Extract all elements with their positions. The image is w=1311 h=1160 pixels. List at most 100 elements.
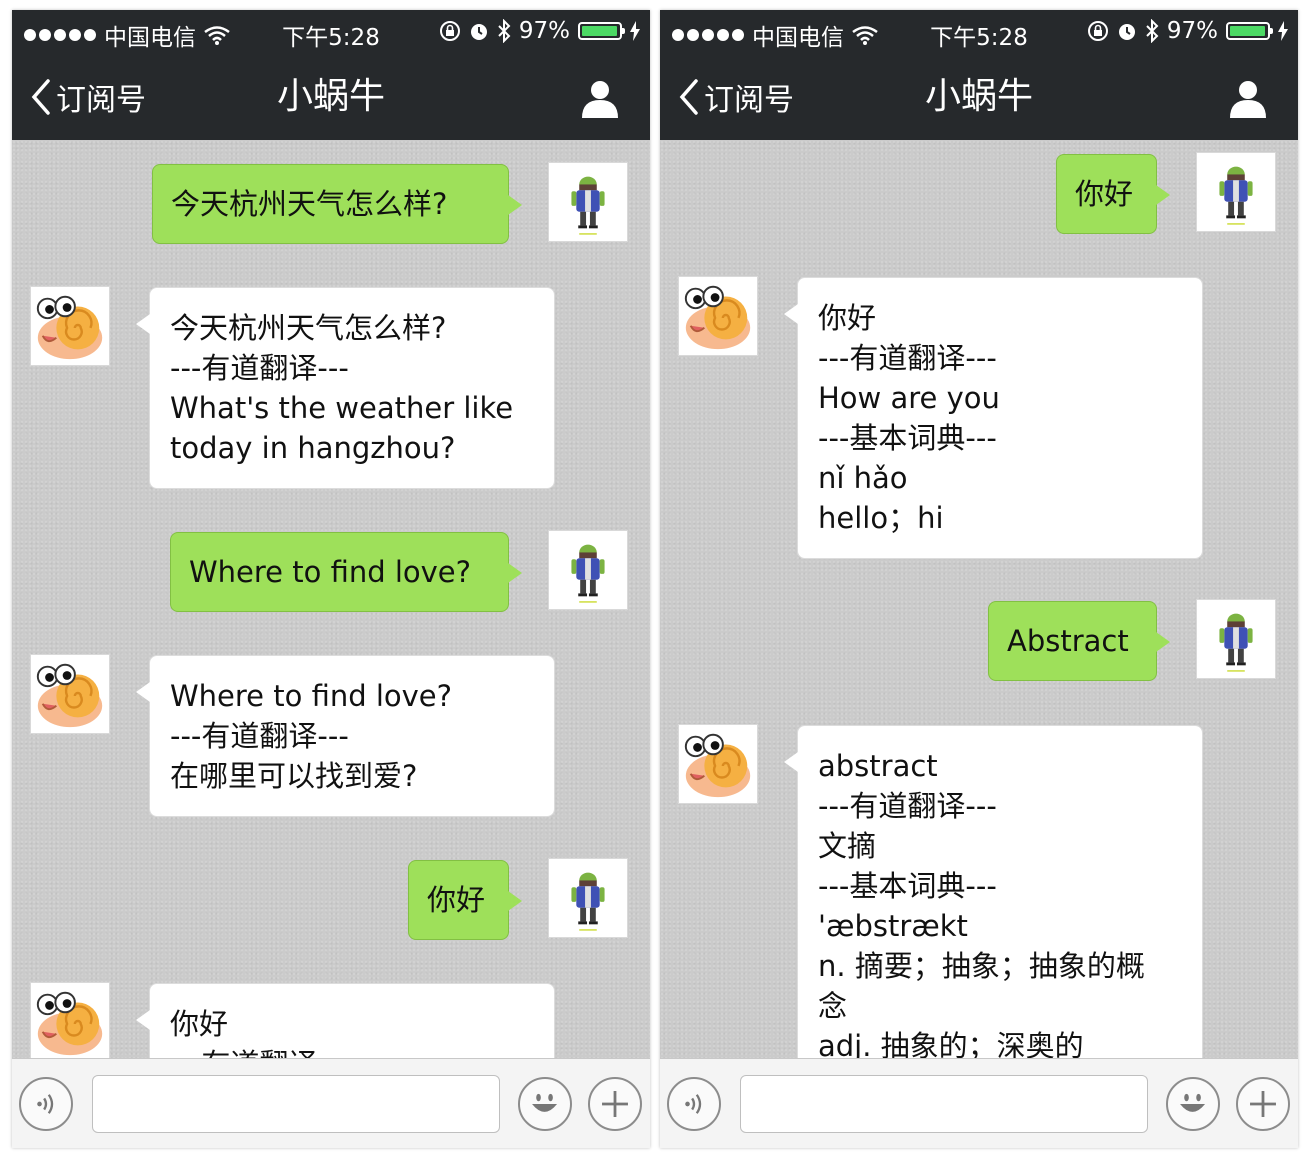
phone-screen-right: 中国电信 下午5:28 97% 订阅号 小蜗牛 你好 你好 ---有道翻译---… [660,10,1298,1148]
message-line: 今天杭州天气怎么样? [170,311,447,345]
snail-avatar [36,295,103,360]
bot-avatar[interactable] [678,724,758,804]
smiley-icon [532,1093,558,1112]
message-line: What's the weather like [170,391,514,425]
message-line: 念 [818,989,848,1023]
snail-avatar [684,733,751,798]
rotation-lock-icon [1087,21,1108,41]
page-title: 小蜗牛 [924,76,1033,117]
voice-button[interactable] [667,1077,721,1131]
message-text: Where to find love? [189,555,472,589]
message-text: Abstract [1007,624,1129,658]
android-figure-avatar [571,544,605,603]
user-avatar[interactable] [548,530,628,610]
message-text: 今天杭州天气怎么样? [171,187,448,221]
android-figure-avatar [571,176,605,235]
battery-percent: 97% [1166,18,1218,44]
charging-icon [630,21,640,41]
voice-icon [685,1094,702,1114]
page-title: 小蜗牛 [276,76,385,117]
message-text: 你好 [1075,177,1134,211]
received-bubble[interactable]: 今天杭州天气怎么样? ---有道翻译--- What's the weather… [136,287,555,489]
message-input[interactable] [740,1075,1148,1133]
chat-area[interactable]: 你好 你好 ---有道翻译--- How are you ---基本词典--- … [660,140,1298,1058]
plus-icon [602,1091,628,1117]
battery-icon [1226,22,1273,40]
message-line: ---基本词典--- [818,421,997,455]
message-line: ---有道翻译--- [170,1044,534,1058]
message-line: 'æbstrækt [818,909,968,943]
status-right-group: 97% [439,18,640,44]
android-figure-avatar [571,872,605,931]
sent-bubble[interactable]: Abstract [988,601,1170,681]
status-right-group: 97% [1087,18,1288,44]
message-line: 在哪里可以找到爱? [170,759,418,793]
message-line: ---有道翻译--- [170,351,349,385]
user-avatar[interactable] [1196,599,1276,679]
message-line: Where to find love? [170,679,453,713]
bot-avatar[interactable] [30,982,110,1058]
received-bubble[interactable]: 你好 ---有道翻译--- How are you ---基本词典--- nǐ … [784,277,1203,559]
received-bubble[interactable]: 你好 ---有道翻译--- [136,983,555,1058]
message-line: ---有道翻译--- [818,341,997,375]
bot-avatar[interactable] [30,286,110,366]
status-bar: 中国电信 下午5:28 97% [12,10,650,54]
alarm-icon [470,24,487,40]
user-avatar[interactable] [548,162,628,242]
nav-bar: 订阅号 小蜗牛 [660,54,1298,140]
message-line: ---有道翻译--- [818,789,997,823]
message-line: 文摘 [818,829,877,863]
message-line: How are you [818,381,1000,415]
bluetooth-icon [498,19,511,43]
sent-bubble[interactable]: 你好 [408,860,522,940]
snail-avatar [684,285,751,350]
sent-bubble[interactable]: Where to find love? [170,532,522,612]
message-line: n. 摘要；抽象；抽象的概 [818,949,1145,983]
nav-bar: 订阅号 小蜗牛 [12,54,650,140]
user-avatar[interactable] [548,858,628,938]
add-button[interactable] [1236,1077,1290,1131]
phone-screen-left: 中国电信 下午5:28 97% 订阅号 小蜗牛 今天杭州天气怎么样? 今天杭州天… [12,10,650,1148]
voice-icon [37,1094,54,1114]
message-line: 你好 [818,301,877,335]
person-icon[interactable] [580,78,620,118]
rotation-lock-icon [439,21,460,41]
snail-avatar [36,663,103,728]
battery-percent: 97% [518,18,570,44]
charging-icon [1278,21,1288,41]
input-bar [660,1058,1298,1148]
snail-avatar [36,991,103,1056]
message-line: ---基本词典--- [818,869,997,903]
input-bar [12,1058,650,1148]
message-line: nǐ hǎo [818,461,908,495]
user-avatar[interactable] [1196,152,1276,232]
received-bubble[interactable]: abstract ---有道翻译--- 文摘 ---基本词典--- 'æbstr… [784,725,1203,1058]
battery-fill [582,26,617,36]
message-line: hello；hi [818,501,944,535]
add-button[interactable] [588,1077,642,1131]
battery-icon [578,22,625,40]
voice-button[interactable] [19,1077,73,1131]
smiley-icon [1180,1093,1206,1112]
message-input[interactable] [92,1075,500,1133]
android-figure-avatar [1219,613,1253,672]
emoji-button[interactable] [518,1077,572,1131]
message-text: 你好 [427,883,486,917]
chat-area[interactable]: 今天杭州天气怎么样? 今天杭州天气怎么样? ---有道翻译--- What's … [12,140,650,1058]
message-line: adj. 抽象的；深奥的 [818,1029,1084,1058]
plus-icon [1250,1091,1276,1117]
status-bar: 中国电信 下午5:28 97% [660,10,1298,54]
received-bubble[interactable]: Where to find love? ---有道翻译--- 在哪里可以找到爱? [136,655,555,817]
bluetooth-icon [1146,19,1159,43]
sent-bubble[interactable]: 你好 [1056,154,1170,234]
message-line: ---有道翻译--- [170,719,349,753]
emoji-button[interactable] [1166,1077,1220,1131]
person-icon[interactable] [1228,78,1268,118]
bot-avatar[interactable] [30,654,110,734]
alarm-icon [1118,24,1135,40]
sent-bubble[interactable]: 今天杭州天气怎么样? [152,164,522,244]
battery-fill [1230,26,1265,36]
bot-avatar[interactable] [678,276,758,356]
message-line: abstract [818,749,938,783]
message-line: today in hangzhou? [170,431,456,465]
